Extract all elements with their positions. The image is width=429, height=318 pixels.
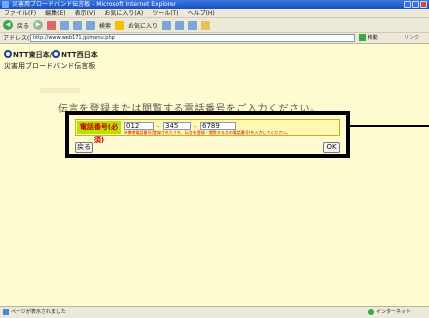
maximize-button[interactable] [412, 1, 419, 8]
back-arrow-icon[interactable]: ◀ [3, 20, 13, 30]
go-label: 移動 [367, 35, 378, 41]
window-titlebar: 災害用ブロードバンド伝言板 - Microsoft Internet Explo… [0, 0, 429, 9]
page-icon [3, 308, 9, 315]
phone-area-code-input[interactable]: 012 [124, 122, 154, 130]
menu-bar: ファイル(F) 編集(E) 表示(V) お気に入り(A) ツール(T) ヘルプ(… [0, 9, 429, 18]
phone-exchange-input[interactable]: 345 [163, 122, 191, 130]
home-icon[interactable] [73, 20, 83, 30]
search-label[interactable]: 検索 [99, 21, 111, 30]
go-button[interactable]: 移動 [359, 34, 383, 43]
phone-subscriber-input[interactable]: 6789 [200, 122, 236, 130]
phone-input-row: 電話番号(必須) 012 - 345 - 6789 ※携帯電話番号(登録されたう… [75, 119, 340, 144]
back-button[interactable]: 戻る [75, 142, 93, 153]
ie-app-icon [2, 1, 9, 8]
media-icon[interactable] [162, 20, 172, 30]
menu-favorites[interactable]: お気に入り(A) [104, 9, 143, 17]
address-bar: アドレス(D) http://www.web171.jp/menu.php 移動… [0, 33, 429, 44]
brand-east: NTT東日本 [13, 51, 50, 59]
minimize-button[interactable] [404, 1, 411, 8]
print-icon[interactable] [188, 20, 198, 30]
ntt-logo-icon [52, 50, 61, 58]
phone-input-note: ※携帯電話番号(登録されたうち、伝言を登録・閲覧する方の電話番号)を入力してくだ… [124, 130, 291, 135]
back-label[interactable]: 戻る [17, 21, 29, 30]
ntt-logo-icon [4, 50, 12, 58]
status-bar: ページが表示されました インターネット [0, 306, 429, 318]
ntt-brand: NTT東日本/NTT西日本 [4, 50, 98, 60]
ok-button[interactable]: OK [323, 142, 340, 153]
address-input[interactable]: http://www.web171.jp/menu.php [30, 34, 355, 42]
internet-zone-icon [368, 308, 374, 315]
decorative-bar [40, 88, 80, 93]
folder-icon[interactable] [201, 20, 211, 30]
refresh-icon[interactable] [60, 20, 70, 30]
phone-form-highlight: 電話番号(必須) 012 - 345 - 6789 ※携帯電話番号(登録されたう… [65, 111, 350, 158]
status-text: ページが表示されました [11, 309, 66, 315]
window-controls [404, 1, 427, 8]
menu-edit[interactable]: 編集(E) [45, 9, 65, 17]
window-title: 災害用ブロードバンド伝言板 - Microsoft Internet Explo… [12, 1, 177, 8]
stop-icon[interactable] [47, 20, 57, 30]
browser-toolbar: ◀ 戻る ▶ 検索 お気に入り [0, 18, 429, 33]
brand-west: NTT西日本 [61, 51, 98, 59]
page-content: NTT東日本/NTT西日本 災害用ブロードバンド伝言板 伝言を登録または閲覧する… [0, 44, 429, 306]
search-icon[interactable] [86, 20, 96, 30]
go-arrow-icon [359, 34, 366, 41]
phone-separator: - [157, 123, 160, 130]
menu-file[interactable]: ファイル(F) [4, 9, 36, 17]
menu-view[interactable]: 表示(V) [75, 9, 96, 17]
mail-icon[interactable] [175, 20, 185, 30]
status-zone: インターネット [368, 307, 411, 318]
close-button[interactable] [420, 1, 427, 8]
menu-tools[interactable]: ツール(T) [152, 9, 178, 17]
favorites-star-icon[interactable] [115, 20, 125, 30]
links-label[interactable]: リンク [404, 33, 419, 44]
status-zone-text: インターネット [376, 309, 412, 315]
menu-help[interactable]: ヘルプ(H) [188, 9, 215, 17]
page-subtitle: 災害用ブロードバンド伝言板 [4, 62, 96, 70]
forward-arrow-icon[interactable]: ▶ [33, 20, 44, 30]
phone-field-label: 電話番号(必須) [77, 121, 121, 144]
favorites-label[interactable]: お気に入り [128, 21, 158, 30]
phone-separator: - [194, 123, 197, 130]
status-left: ページが表示されました [3, 307, 66, 318]
callout-line [350, 125, 429, 127]
